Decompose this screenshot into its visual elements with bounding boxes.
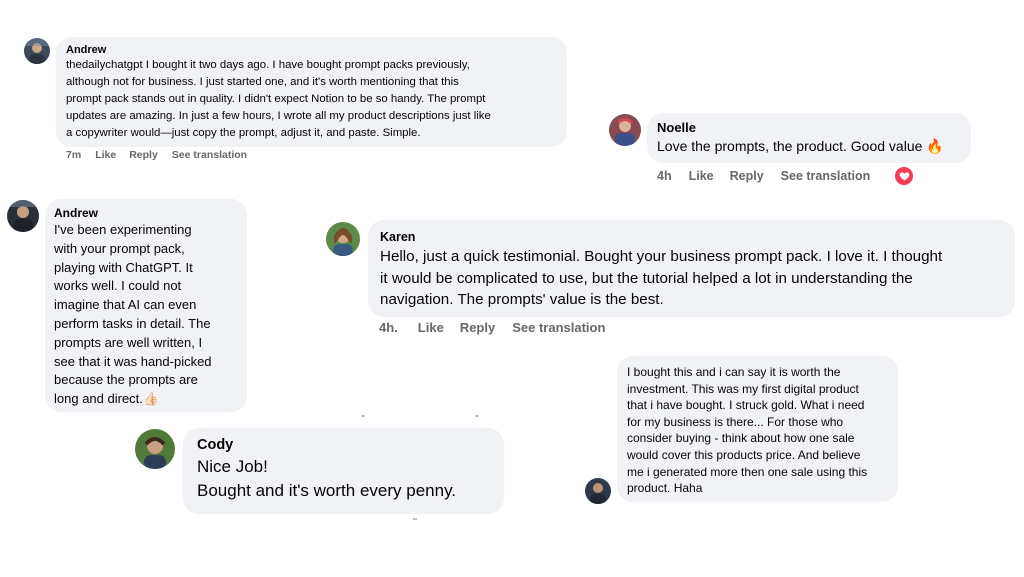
- comment-timestamp[interactable]: 4h: [657, 169, 672, 183]
- comment-bubble: Andrew thedailychatgpt I bought it two d…: [56, 37, 567, 147]
- comment-timestamp[interactable]: 4h.: [379, 320, 398, 335]
- comment-text: thedailychatgpt I bought it two days ago…: [66, 59, 491, 139]
- comment-actions: 4h Like Reply See translation: [657, 169, 870, 183]
- comment-bubble: Cody Nice Job! Bought and it's worth eve…: [183, 428, 504, 514]
- like-link[interactable]: Like: [418, 320, 444, 335]
- see-translation-link[interactable]: See translation: [172, 149, 247, 161]
- comment-timestamp[interactable]: 7m: [66, 149, 81, 161]
- comment-actions: 7m Like Reply See translation: [66, 149, 247, 161]
- comment-text: Hello, just a quick testimonial. Bought …: [380, 248, 943, 309]
- avatar[interactable]: [24, 38, 50, 64]
- avatar[interactable]: [135, 429, 175, 469]
- comment-bubble: I bought this and i can say it is worth …: [617, 356, 898, 502]
- comment-text: I bought this and i can say it is worth …: [627, 365, 868, 496]
- comment-bubble: Noelle Love the prompts, the product. Go…: [647, 113, 971, 163]
- comment-author[interactable]: Andrew: [66, 43, 557, 57]
- comment-text: I've been experimenting with your prompt…: [54, 222, 212, 407]
- comment-bubble: Karen Hello, just a quick testimonial. B…: [368, 220, 1015, 317]
- reply-link[interactable]: Reply: [129, 149, 158, 161]
- comment-text: Love the prompts, the product. Good valu…: [657, 138, 944, 154]
- like-link[interactable]: Like: [95, 149, 116, 161]
- comment-author[interactable]: Noelle: [657, 120, 961, 136]
- reply-link[interactable]: Reply: [460, 320, 495, 335]
- see-translation-link[interactable]: See translation: [781, 169, 871, 183]
- divider: [361, 415, 365, 417]
- heart-icon[interactable]: [895, 167, 913, 185]
- like-link[interactable]: Like: [689, 169, 714, 183]
- comment-bubble: Andrew I've been experimenting with your…: [45, 199, 247, 412]
- avatar[interactable]: [7, 200, 39, 232]
- comment-actions: 4h. Like Reply See translation: [379, 320, 605, 335]
- reply-link[interactable]: Reply: [730, 169, 764, 183]
- avatar[interactable]: [609, 114, 641, 146]
- comment-author[interactable]: Karen: [380, 228, 1003, 246]
- comment-author[interactable]: Cody: [197, 436, 490, 455]
- avatar[interactable]: [585, 478, 611, 504]
- divider: [413, 518, 417, 520]
- comment-author[interactable]: Andrew: [54, 205, 238, 221]
- comment-text: Nice Job! Bought and it's worth every pe…: [197, 457, 457, 500]
- divider: [475, 415, 479, 417]
- see-translation-link[interactable]: See translation: [512, 320, 605, 335]
- avatar[interactable]: [326, 222, 360, 256]
